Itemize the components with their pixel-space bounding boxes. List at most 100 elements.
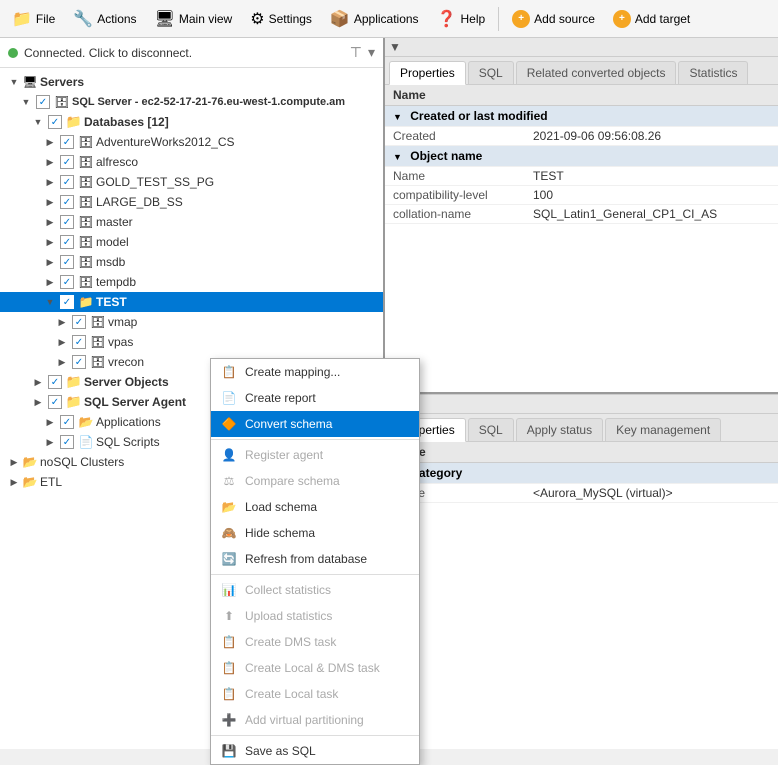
adventure-icon: 🗄 bbox=[78, 134, 94, 150]
alfresco-icon: 🗄 bbox=[78, 154, 94, 170]
databases-checkbox[interactable] bbox=[48, 115, 62, 129]
toolbar-actions[interactable]: 🔧 Actions bbox=[65, 5, 144, 33]
ctx-load-schema[interactable]: 📂 Load schema bbox=[211, 494, 419, 520]
test-icon: 📁 bbox=[78, 294, 94, 310]
ctx-upload-stats: ⬆ Upload statistics bbox=[211, 603, 419, 629]
top-expand-bar[interactable]: ▼ bbox=[385, 38, 778, 57]
tab-key-mgmt-label: Key management bbox=[616, 423, 710, 437]
etl-label: ETL bbox=[40, 475, 62, 489]
toolbar-applications-label: Applications bbox=[354, 12, 419, 26]
tab-sql-bottom[interactable]: SQL bbox=[468, 418, 514, 441]
vrecon-label: vrecon bbox=[108, 355, 144, 369]
toolbar-help[interactable]: ❓ Help bbox=[429, 5, 494, 33]
master-icon: 🗄 bbox=[78, 214, 94, 230]
etl-arrow bbox=[8, 477, 20, 488]
toolbar-help-label: Help bbox=[460, 12, 485, 26]
tree-db-adventure[interactable]: 🗄 AdventureWorks2012_CS bbox=[0, 132, 383, 152]
master-checkbox[interactable] bbox=[60, 215, 74, 229]
tab-properties-top[interactable]: Properties bbox=[389, 61, 466, 85]
msdb-checkbox[interactable] bbox=[60, 255, 74, 269]
model-arrow bbox=[44, 237, 56, 248]
tree-db-model[interactable]: 🗄 model bbox=[0, 232, 383, 252]
tab-related-top[interactable]: Related converted objects bbox=[516, 61, 677, 84]
toolbar-file[interactable]: 📁 File bbox=[4, 5, 63, 33]
connection-text[interactable]: Connected. Click to disconnect. bbox=[24, 46, 344, 60]
sqlscripts-checkbox[interactable] bbox=[60, 435, 74, 449]
tab-sql-top[interactable]: SQL bbox=[468, 61, 514, 84]
test-checkbox[interactable] bbox=[60, 295, 74, 309]
serverobj-arrow bbox=[32, 377, 44, 388]
tree-db-master[interactable]: 🗄 master bbox=[0, 212, 383, 232]
vpas-arrow bbox=[56, 337, 68, 348]
ctx-convert-schema[interactable]: 🔶 Convert schema bbox=[211, 411, 419, 437]
sqlserver-checkbox[interactable] bbox=[36, 95, 50, 109]
filter-icon[interactable]: ⊤ bbox=[350, 44, 362, 61]
toolbar-applications[interactable]: 📦 Applications bbox=[322, 5, 427, 33]
model-checkbox[interactable] bbox=[60, 235, 74, 249]
tree-db-alfresco[interactable]: 🗄 alfresco bbox=[0, 152, 383, 172]
ctx-save-sql-label: Save as SQL bbox=[245, 744, 316, 758]
vpas-checkbox[interactable] bbox=[72, 335, 86, 349]
sqlscripts-icon: 📄 bbox=[78, 434, 94, 450]
vmap-label: vmap bbox=[108, 315, 137, 329]
section-created-label: ▼ Created or last modified bbox=[385, 106, 778, 127]
toolbar-mainview-label: Main view bbox=[179, 12, 232, 26]
bottom-table-header-value bbox=[525, 442, 778, 463]
ctx-refresh[interactable]: 🔄 Refresh from database bbox=[211, 546, 419, 572]
tree-sql-server[interactable]: 🗄 SQL Server - ec2-52-17-21-76.eu-west-1… bbox=[0, 92, 383, 112]
ctx-create-mapping[interactable]: 📋 Create mapping... bbox=[211, 359, 419, 385]
separator bbox=[498, 7, 499, 31]
tree-db-test[interactable]: 📁 TEST bbox=[0, 292, 383, 312]
bottom-expand-bar[interactable]: ▼ bbox=[385, 394, 778, 414]
row-created: Created 2021-09-06 09:56:08.26 bbox=[385, 127, 778, 146]
large-checkbox[interactable] bbox=[60, 195, 74, 209]
vmap-arrow bbox=[56, 317, 68, 328]
ctx-save-sql[interactable]: 💾 Save as SQL bbox=[211, 738, 419, 764]
tempdb-checkbox[interactable] bbox=[60, 275, 74, 289]
refresh-icon: 🔄 bbox=[221, 551, 237, 567]
serverobj-label: Server Objects bbox=[84, 375, 169, 389]
sqlagent-checkbox[interactable] bbox=[48, 395, 62, 409]
toolbar-add-target[interactable]: + Add target bbox=[605, 6, 698, 32]
toolbar-mainview[interactable]: 🖥 Main view bbox=[147, 5, 241, 33]
tab-apply-status[interactable]: Apply status bbox=[516, 418, 603, 441]
ctx-register-agent: 👤 Register agent bbox=[211, 442, 419, 468]
tab-related-top-label: Related converted objects bbox=[527, 66, 666, 80]
toolbar-settings[interactable]: ⚙ Settings bbox=[242, 5, 320, 33]
ctx-create-local: 📋 Create Local task bbox=[211, 681, 419, 707]
toolbar-actions-label: Actions bbox=[97, 12, 136, 26]
ctx-hide-schema[interactable]: 🙈 Hide schema bbox=[211, 520, 419, 546]
tree-db-vpas[interactable]: 🗄 vpas bbox=[0, 332, 383, 352]
vrecon-checkbox[interactable] bbox=[72, 355, 86, 369]
tree-databases[interactable]: 📁 Databases [12] bbox=[0, 112, 383, 132]
toolbar-add-source[interactable]: + Add source bbox=[504, 6, 603, 32]
panel-arrow-icon[interactable]: ▾ bbox=[368, 44, 375, 61]
tab-stats-top[interactable]: Statistics bbox=[678, 61, 748, 84]
model-icon: 🗄 bbox=[78, 234, 94, 250]
adventure-checkbox[interactable] bbox=[60, 135, 74, 149]
vmap-checkbox[interactable] bbox=[72, 315, 86, 329]
serverobj-checkbox[interactable] bbox=[48, 375, 62, 389]
large-icon: 🗄 bbox=[78, 194, 94, 210]
tree-servers[interactable]: 🖥 Servers bbox=[0, 72, 383, 92]
gold-checkbox[interactable] bbox=[60, 175, 74, 189]
row-name-key: Name bbox=[385, 167, 525, 186]
tree-db-large[interactable]: 🗄 LARGE_DB_SS bbox=[0, 192, 383, 212]
toolbar-file-label: File bbox=[36, 12, 55, 26]
ctx-collect-stats-label: Collect statistics bbox=[245, 583, 331, 597]
tree-db-tempdb[interactable]: 🗄 tempdb bbox=[0, 272, 383, 292]
tree-db-msdb[interactable]: 🗄 msdb bbox=[0, 252, 383, 272]
help-icon: ❓ bbox=[437, 9, 457, 29]
applications-checkbox[interactable] bbox=[60, 415, 74, 429]
section-objname: ▼ Object name bbox=[385, 146, 778, 167]
vrecon-icon: 🗄 bbox=[90, 354, 106, 370]
applications-icon: 📦 bbox=[330, 9, 350, 29]
row-collation-key: collation-name bbox=[385, 205, 525, 224]
tab-key-mgmt[interactable]: Key management bbox=[605, 418, 721, 441]
ctx-create-report[interactable]: 📄 Create report bbox=[211, 385, 419, 411]
tree-db-gold[interactable]: 🗄 GOLD_TEST_SS_PG bbox=[0, 172, 383, 192]
row-compat-key: compatibility-level bbox=[385, 186, 525, 205]
tree-db-vmap[interactable]: 🗄 vmap bbox=[0, 312, 383, 332]
row-collation-val: SQL_Latin1_General_CP1_CI_AS bbox=[525, 205, 778, 224]
alfresco-checkbox[interactable] bbox=[60, 155, 74, 169]
